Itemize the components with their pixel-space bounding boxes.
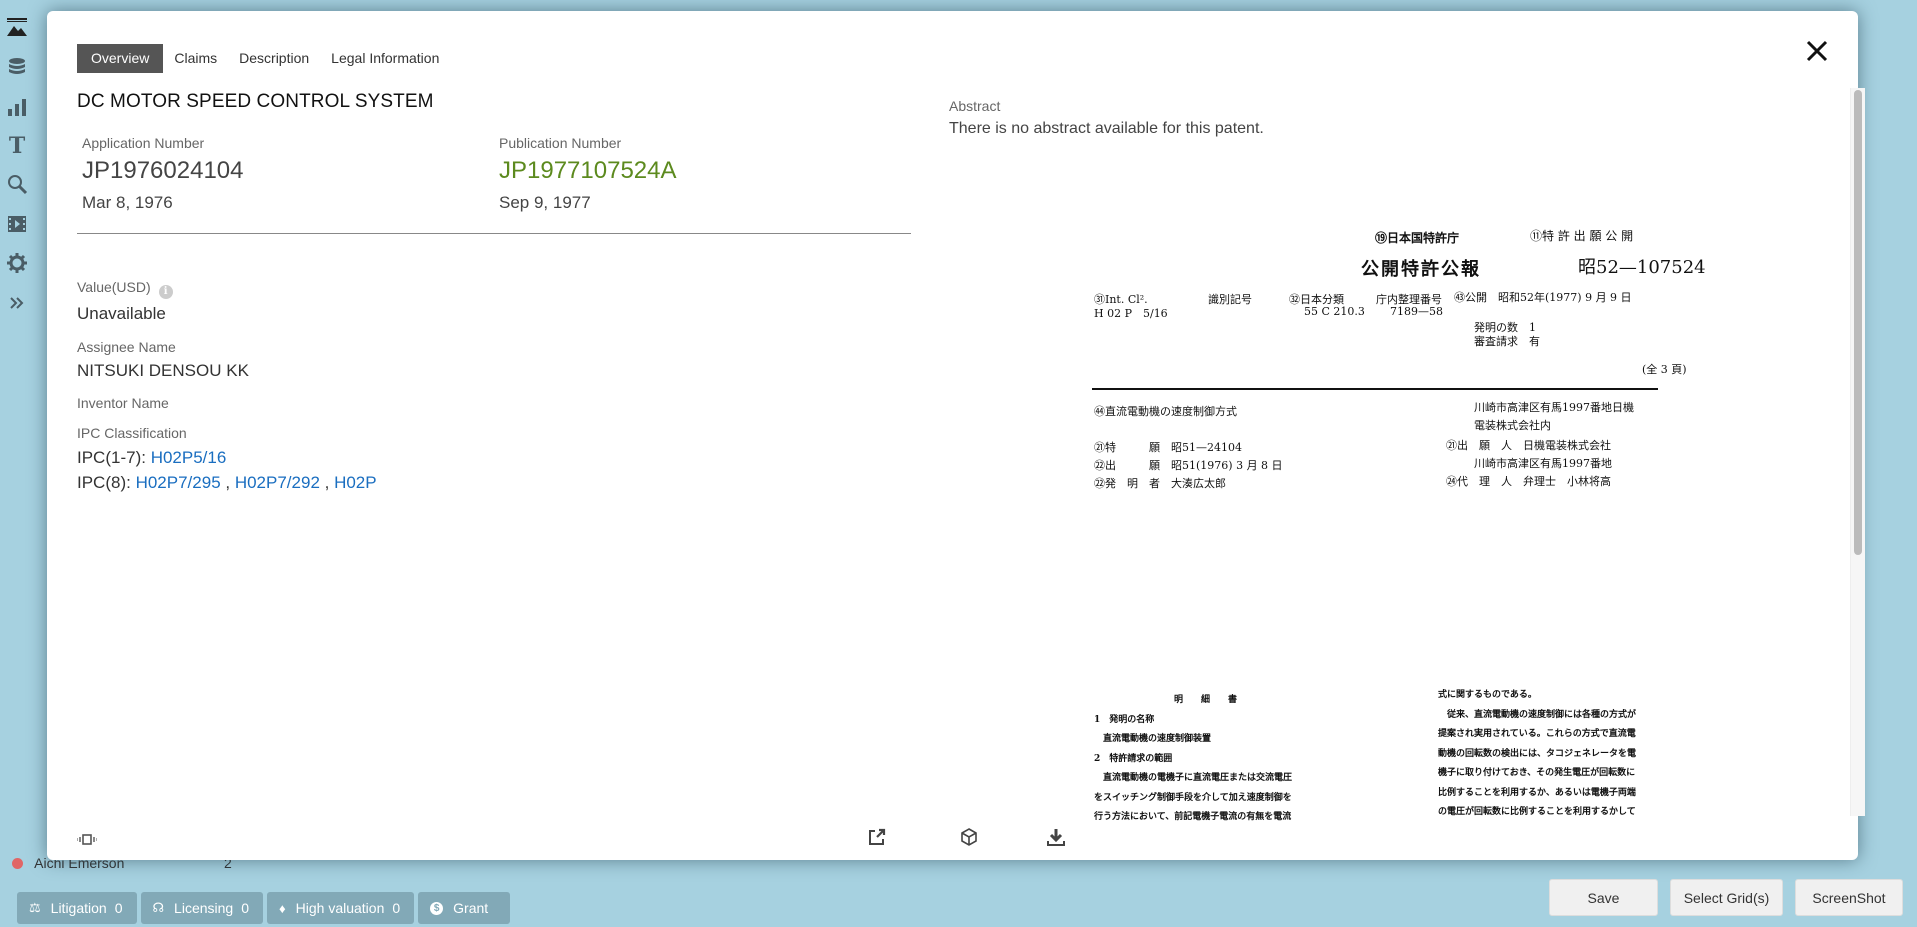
doc-app-no: ㉑特 願 昭51—24104: [1094, 441, 1242, 454]
badge-label: High valuation: [295, 900, 385, 916]
ribbon-icon: ☊: [152, 900, 165, 915]
inventor-label: Inventor Name: [77, 395, 169, 411]
action-buttons: Save Select Grid(s) ScreenShot: [1549, 879, 1903, 916]
application-number-label: Application Number: [82, 135, 205, 151]
doc-body-left: 明 細 書1 発明の名称 直流電動機の速度制御装置 2 特許請求の範囲 直流電動機…: [1094, 695, 1293, 821]
status-dot: [12, 858, 23, 869]
ipc-link[interactable]: H02P7/292: [235, 473, 320, 492]
doc-kind: ⑪特 許 出 願 公 開: [1530, 229, 1634, 243]
external-link-icon[interactable]: [866, 826, 888, 848]
ipc-link[interactable]: H02P7/295: [136, 473, 221, 492]
scrollbar[interactable]: [1850, 88, 1865, 816]
tab-description[interactable]: Description: [228, 44, 320, 73]
doc-officeno-value: 7189—58: [1390, 305, 1443, 318]
ipc-8-row: IPC(8): H02P7/295 , H02P7/292 , H02P: [77, 473, 377, 492]
doc-intcl-value: H 02 P 5/16: [1094, 307, 1168, 320]
assignee-name: NITSUKI DENSOU KK: [77, 361, 249, 380]
expand-icon[interactable]: [6, 292, 28, 314]
licensing-badge[interactable]: ☊ Licensing 0: [140, 892, 263, 924]
select-grid-button[interactable]: Select Grid(s): [1670, 879, 1783, 916]
ipc-8-prefix: IPC(8):: [77, 473, 131, 492]
close-button[interactable]: [1802, 36, 1832, 66]
doc-body-right: 式に関するものである。 従来、直流電動機の速度制御には各種の方式が 提案され実用さ…: [1438, 690, 1637, 817]
publication-number[interactable]: JP1977107524A: [499, 157, 677, 185]
info-icon[interactable]: i: [158, 285, 173, 299]
doc-pub-date: ㊸公開 昭和52年(1977) 9 月 9 日: [1454, 291, 1632, 304]
film-icon[interactable]: [6, 213, 28, 235]
tab-bar: Overview Claims Description Legal Inform…: [77, 44, 450, 73]
gear-icon[interactable]: [6, 252, 28, 274]
value-text: Unavailable: [77, 304, 166, 323]
ipc-link[interactable]: H02P: [334, 473, 377, 492]
doc-agent: ㉔代 理 人 弁理士 小林将高: [1446, 475, 1611, 488]
application-date: Mar 8, 1976: [82, 193, 173, 212]
doc-id-label: 識別記号: [1208, 293, 1252, 306]
database-icon[interactable]: [6, 56, 28, 78]
doc-pages: (全 3 頁): [1642, 363, 1687, 376]
doc-applicant: ㉑出 願 人 日機電装株式会社: [1446, 439, 1611, 452]
doc-addr3: 川崎市高津区有馬1997番地: [1474, 457, 1612, 470]
doc-rule: [1092, 388, 1658, 390]
publication-number-label: Publication Number: [499, 135, 622, 151]
save-button[interactable]: Save: [1549, 879, 1658, 916]
litigation-badge[interactable]: ⚖ Litigation 0: [17, 892, 137, 924]
doc-jpclass-value: 55 C 210.3: [1304, 305, 1365, 318]
carousel-icon[interactable]: [76, 829, 98, 845]
value-label-text: Value(USD): [77, 279, 151, 295]
screenshot-button[interactable]: ScreenShot: [1795, 879, 1903, 916]
patent-detail-modal: Overview Claims Description Legal Inform…: [47, 11, 1865, 860]
image-icon[interactable]: [6, 16, 28, 38]
close-icon: [1806, 40, 1828, 62]
patent-document-image: ⑲日本国特許庁 ⑪特 許 出 願 公 開 公開特許公報 昭52—107524 ㉛…: [1082, 181, 1722, 821]
value-label: Value(USD) i: [77, 279, 173, 299]
doc-addr2: 電装株式会社内: [1474, 419, 1551, 432]
dollar-icon: $: [430, 901, 444, 915]
high-valuation-badge[interactable]: ♦ High valuation 0: [267, 892, 415, 924]
ipc-1-7-row: IPC(1-7): H02P5/16: [77, 448, 226, 468]
bar-chart-icon[interactable]: [6, 96, 28, 118]
badge-label: Litigation: [50, 900, 107, 916]
section-divider: [77, 233, 911, 234]
ipc-link[interactable]: H02P5/16: [151, 448, 227, 467]
badge-count: 0: [114, 900, 123, 916]
ipc-1-7-prefix: IPC(1-7):: [77, 448, 146, 467]
diamond-icon: ♦: [279, 900, 286, 916]
doc-inventor: ㉒発 明 者 大湊広太郎: [1094, 477, 1226, 490]
abstract-text: There is no abstract available for this …: [949, 120, 1264, 137]
tab-claims[interactable]: Claims: [163, 44, 228, 73]
scrollbar-thumb[interactable]: [1854, 90, 1862, 555]
tab-legal-information[interactable]: Legal Information: [320, 44, 450, 73]
grant-badge[interactable]: $ Grant: [418, 892, 511, 924]
assignee-label: Assignee Name: [77, 339, 176, 355]
doc-invention-title: ㊹直流電動機の速度制御方式: [1094, 405, 1237, 418]
doc-filing: ㉒出 願 昭51(1976) 3 月 8 日: [1094, 459, 1283, 472]
patent-title: DC MOTOR SPEED CONTROL SYSTEM: [77, 91, 434, 112]
3d-box-icon[interactable]: [958, 826, 980, 848]
publication-date: Sep 9, 1977: [499, 193, 591, 212]
doc-office: ⑲日本国特許庁: [1375, 231, 1460, 245]
application-number: JP1976024104: [82, 157, 244, 184]
text-icon[interactable]: T: [6, 134, 28, 156]
doc-pubno: 昭52—107524: [1578, 257, 1706, 278]
abstract-label: Abstract: [949, 98, 1001, 114]
badge-count: 0: [241, 900, 249, 916]
search-icon[interactable]: [6, 173, 28, 195]
tab-overview[interactable]: Overview: [77, 44, 164, 73]
ipc-label: IPC Classification: [77, 425, 187, 441]
badge-label: Grant: [453, 900, 489, 916]
doc-addr1: 川崎市高津区有馬1997番地日機: [1474, 401, 1634, 414]
badge-count: 0: [392, 900, 401, 916]
badge-label: Licensing: [174, 900, 234, 916]
download-icon[interactable]: [1045, 826, 1067, 848]
category-badges: ⚖ Litigation 0 ☊ Licensing 0 ♦ High valuation…: [17, 892, 511, 924]
gavel-icon: ⚖: [29, 900, 41, 915]
doc-exam: 審査請求 有: [1474, 335, 1540, 348]
doc-gazette: 公開特許公報: [1361, 259, 1481, 280]
svg-text:T: T: [9, 134, 26, 156]
